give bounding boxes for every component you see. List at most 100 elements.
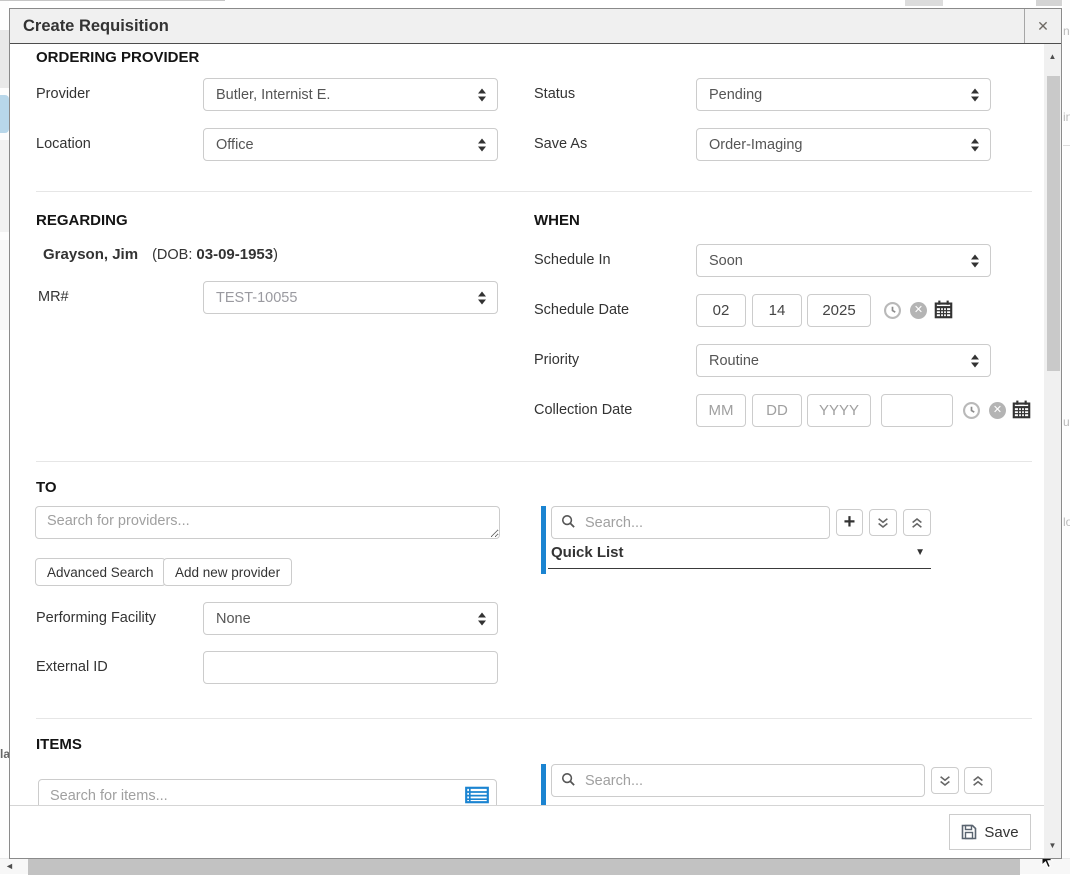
to-panel-accent-bar xyxy=(541,506,546,574)
background-page-left-edge: la xyxy=(0,0,9,874)
item-list-icon[interactable] xyxy=(465,786,489,804)
scroll-up-arrow-icon[interactable]: ▲ xyxy=(1044,52,1061,61)
quick-list-label: Quick List xyxy=(551,544,624,561)
schedule-in-select[interactable]: Soon xyxy=(696,244,991,277)
collection-date-clear-icon[interactable]: ✕ xyxy=(989,402,1006,419)
background-block xyxy=(0,30,9,88)
items-panel-search xyxy=(551,764,925,797)
schedule-date-label: Schedule Date xyxy=(534,294,629,327)
section-divider xyxy=(36,461,1032,462)
advanced-search-button[interactable]: Advanced Search xyxy=(35,558,166,586)
background-text-fragment: in xyxy=(1063,110,1070,124)
quick-list-dropdown[interactable]: Quick List ▼ xyxy=(548,544,931,569)
background-text-fragment: lo xyxy=(1063,515,1070,529)
dialog-title: Create Requisition xyxy=(23,9,169,43)
select-arrows-icon xyxy=(971,138,979,151)
page-horizontal-scrollbar[interactable]: ◄ xyxy=(0,858,1070,874)
items-panel-search-input[interactable] xyxy=(551,764,925,797)
external-id-label: External ID xyxy=(36,651,108,684)
collection-time-field[interactable] xyxy=(881,394,953,427)
schedule-date-day-field[interactable] xyxy=(752,294,802,327)
provider-search-input[interactable] xyxy=(35,506,500,539)
items-collapse-all-button[interactable] xyxy=(964,767,992,794)
location-label: Location xyxy=(36,128,91,161)
collection-date-calendar-icon[interactable] xyxy=(1012,400,1031,419)
schedule-date-clock-icon[interactable] xyxy=(884,302,901,319)
collection-date-clock-icon[interactable] xyxy=(963,402,980,419)
when-section-title: WHEN xyxy=(534,212,580,229)
patient-info: Grayson, Jim (DOB: 03-09-1953) xyxy=(43,246,278,263)
status-label: Status xyxy=(534,78,575,111)
select-arrows-icon xyxy=(971,354,979,367)
dialog-footer: Save xyxy=(10,805,1044,858)
provider-select[interactable]: Butler, Internist E. xyxy=(203,78,498,111)
section-divider xyxy=(36,718,1032,719)
items-expand-all-button[interactable] xyxy=(931,767,959,794)
select-arrows-icon xyxy=(971,254,979,267)
schedule-in-label: Schedule In xyxy=(534,244,611,277)
dialog-vertical-scrollbar[interactable]: ▲ ▼ xyxy=(1044,44,1061,858)
provider-label: Provider xyxy=(36,78,90,111)
select-arrows-icon xyxy=(971,88,979,101)
create-requisition-dialog: Create Requisition ✕ ORDERING PROVIDER P… xyxy=(9,8,1062,859)
select-arrows-icon xyxy=(478,88,486,101)
collection-date-day-field[interactable] xyxy=(752,394,802,427)
search-icon xyxy=(561,772,576,787)
mr-number-label: MR# xyxy=(38,281,69,314)
caret-down-icon: ▼ xyxy=(915,547,925,558)
background-block xyxy=(1036,0,1062,6)
plus-icon: + xyxy=(844,512,856,532)
items-section-title: ITEMS xyxy=(36,736,82,753)
mr-number-select[interactable]: TEST-10055 xyxy=(203,281,498,314)
search-icon xyxy=(561,514,576,529)
schedule-date-calendar-icon[interactable] xyxy=(934,300,953,319)
background-divider-fragment xyxy=(1063,145,1070,146)
save-button-label: Save xyxy=(984,824,1018,841)
schedule-date-clear-icon[interactable]: ✕ xyxy=(910,302,927,319)
vertical-scrollbar-thumb[interactable] xyxy=(1047,76,1060,371)
collection-date-year-field[interactable] xyxy=(807,394,871,427)
double-chevron-down-icon xyxy=(938,774,952,788)
to-section-title: TO xyxy=(36,479,57,496)
background-text-fragment: n xyxy=(1063,24,1070,38)
save-as-select[interactable]: Order-Imaging xyxy=(696,128,991,161)
expand-all-button[interactable] xyxy=(869,509,897,536)
select-arrows-icon xyxy=(478,612,486,625)
collapse-all-button[interactable] xyxy=(903,509,931,536)
select-arrows-icon xyxy=(478,138,486,151)
collection-date-month-field[interactable] xyxy=(696,394,746,427)
regarding-section-title: REGARDING xyxy=(36,212,128,229)
background-block xyxy=(0,240,9,330)
status-select[interactable]: Pending xyxy=(696,78,991,111)
double-chevron-up-icon xyxy=(971,774,985,788)
background-text-fragment: ur xyxy=(1063,415,1070,429)
ordering-provider-section-title: ORDERING PROVIDER xyxy=(36,49,199,66)
external-id-field[interactable] xyxy=(203,651,498,684)
add-to-list-button[interactable]: + xyxy=(836,509,863,536)
to-panel-search-input[interactable] xyxy=(551,506,830,539)
to-panel-search xyxy=(551,506,830,539)
background-top-border xyxy=(0,0,225,1)
dob-prefix: (DOB: xyxy=(152,247,196,263)
scroll-down-arrow-icon[interactable]: ▼ xyxy=(1044,841,1061,850)
location-select[interactable]: Office xyxy=(203,128,498,161)
items-search-input[interactable] xyxy=(38,779,497,807)
section-divider xyxy=(36,191,1032,192)
background-block xyxy=(905,0,943,6)
save-button[interactable]: Save xyxy=(949,814,1031,850)
schedule-date-year-field[interactable] xyxy=(807,294,871,327)
horizontal-scrollbar-thumb[interactable] xyxy=(28,859,1020,875)
select-arrows-icon xyxy=(478,291,486,304)
save-as-label: Save As xyxy=(534,128,587,161)
scroll-left-arrow-icon[interactable]: ◄ xyxy=(5,861,14,871)
schedule-date-month-field[interactable] xyxy=(696,294,746,327)
save-floppy-icon xyxy=(961,824,977,840)
background-blue-button-fragment xyxy=(0,95,9,133)
performing-facility-select[interactable]: None xyxy=(203,602,498,635)
double-chevron-up-icon xyxy=(910,516,924,530)
patient-name: Grayson, Jim xyxy=(43,246,138,263)
add-new-provider-button[interactable]: Add new provider xyxy=(163,558,292,586)
items-search xyxy=(38,779,497,807)
close-icon[interactable]: ✕ xyxy=(1024,9,1061,43)
priority-select[interactable]: Routine xyxy=(696,344,991,377)
